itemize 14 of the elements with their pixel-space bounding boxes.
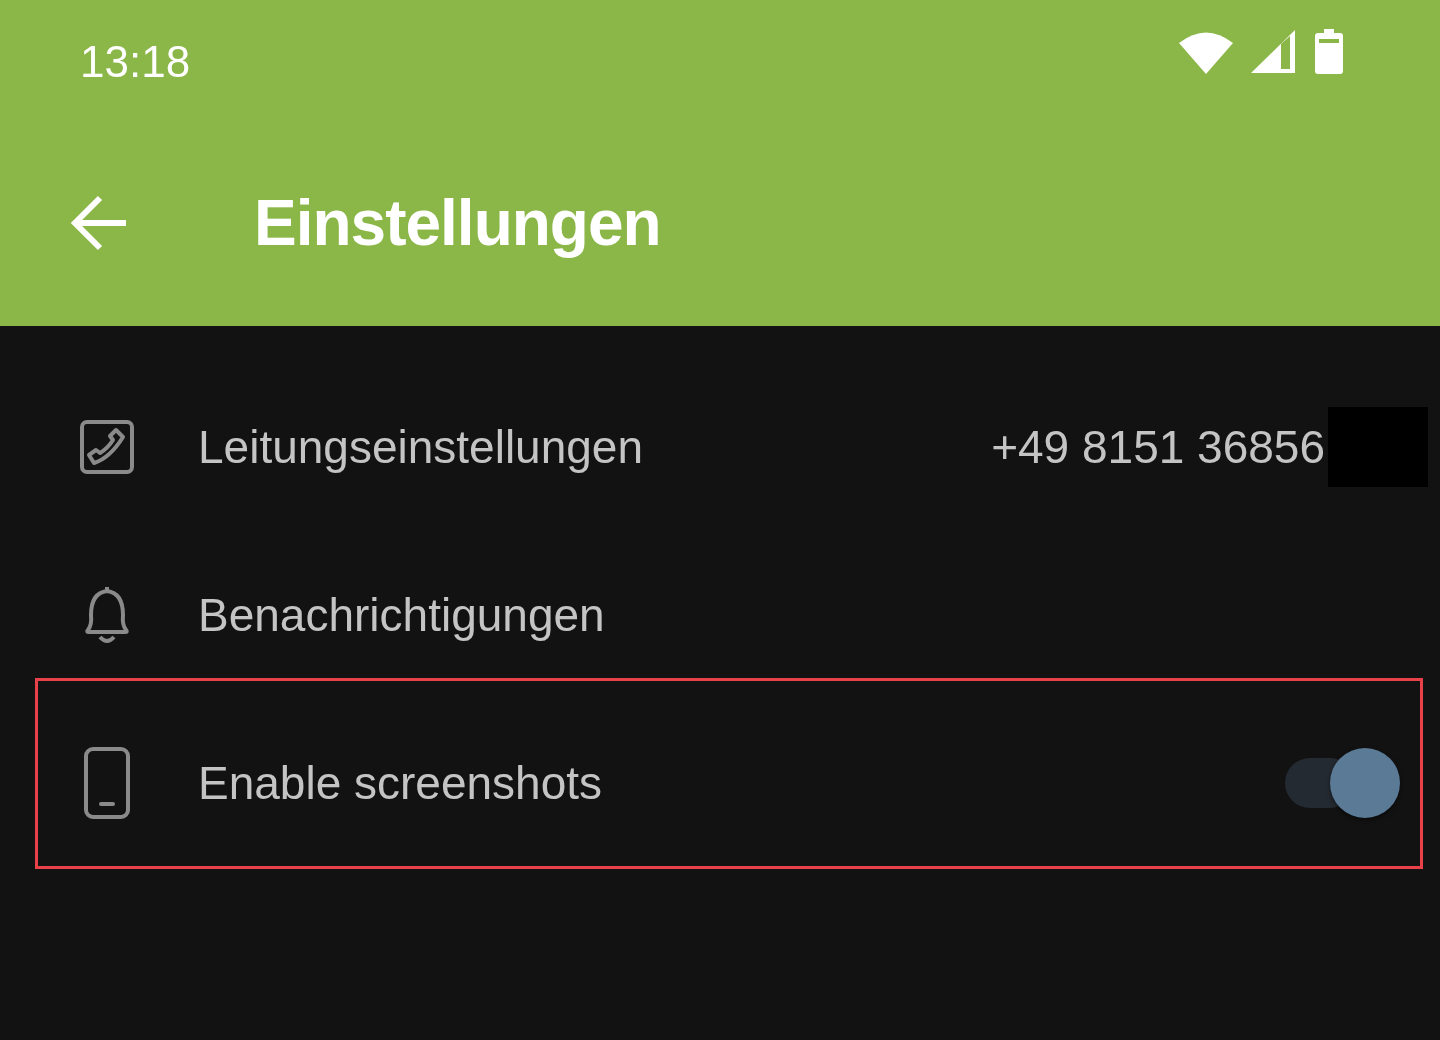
setting-label: Benachrichtigungen bbox=[198, 588, 605, 642]
phone-icon bbox=[80, 420, 134, 474]
settings-item[interactable]: Leitungseinstellungen +49 8151 36856 bbox=[38, 363, 1428, 531]
settings-item[interactable]: Benachrichtigungen bbox=[38, 531, 1428, 699]
setting-label: Enable screenshots bbox=[198, 755, 603, 810]
setting-label: Leitungseinstellungen bbox=[198, 420, 644, 474]
signal-icon bbox=[1251, 29, 1297, 74]
back-arrow-icon[interactable] bbox=[70, 195, 128, 251]
phone-number: +49 8151 36856 bbox=[991, 420, 1325, 474]
screen-title: Einstellungen bbox=[254, 186, 661, 260]
phone-device-icon bbox=[84, 746, 130, 819]
toggle-switch[interactable] bbox=[1285, 747, 1400, 818]
battery-icon bbox=[1315, 28, 1343, 74]
status-time: 13:18 bbox=[80, 37, 191, 87]
